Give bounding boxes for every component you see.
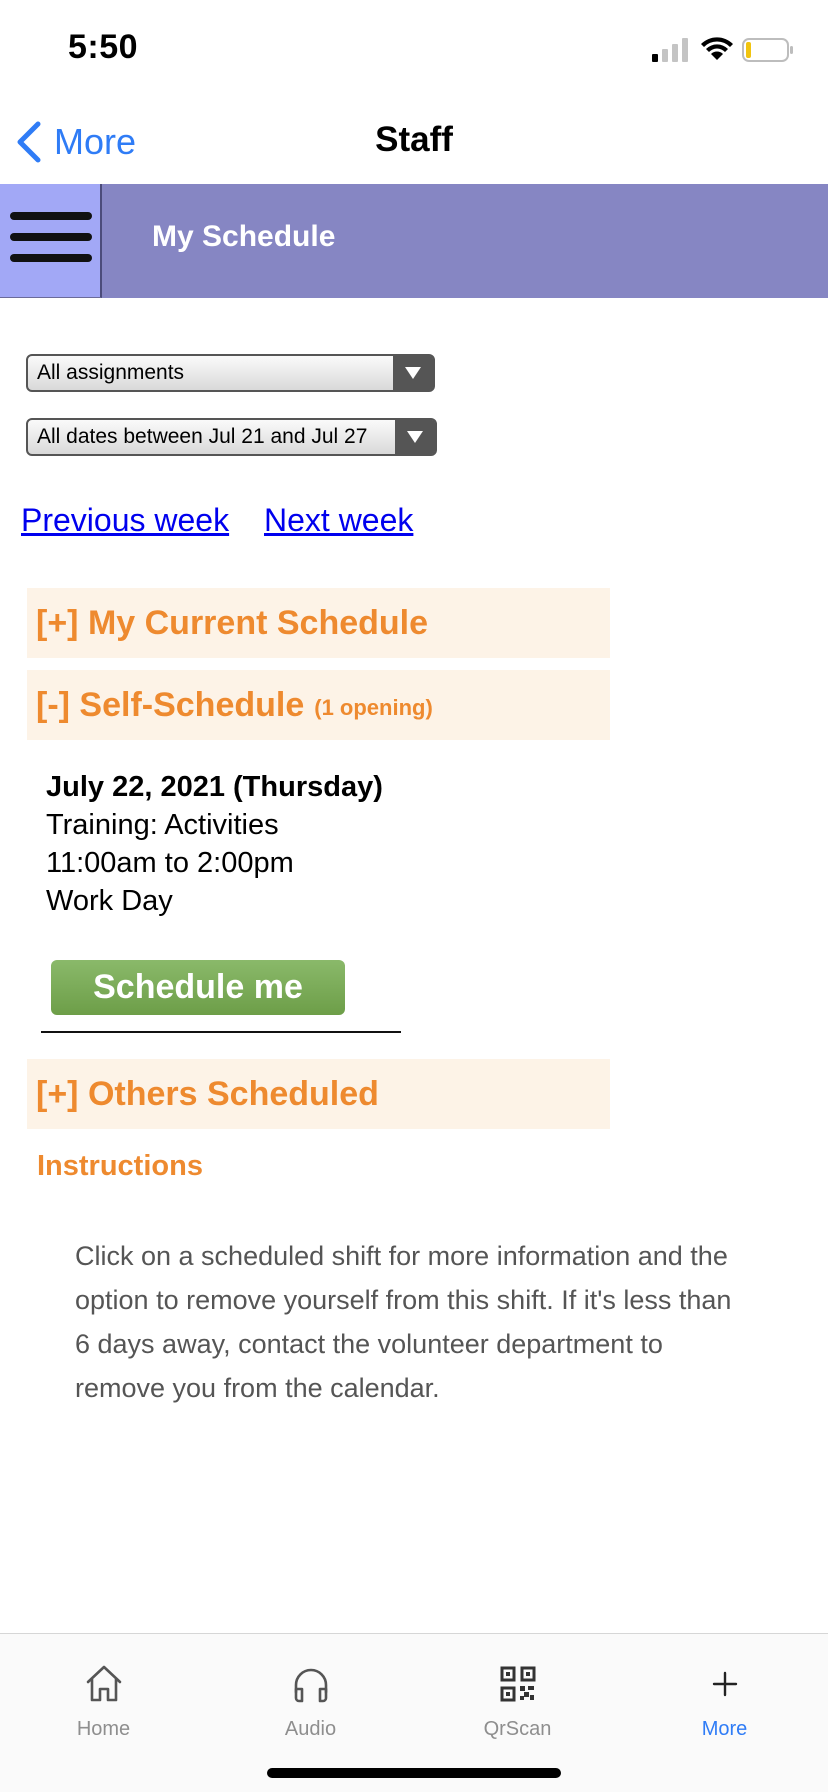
shift-name: Training: Activities [46, 809, 279, 841]
date-range-select[interactable]: All dates between Jul 21 and Jul 27 [26, 418, 437, 456]
divider [41, 1031, 401, 1033]
status-time: 5:50 [68, 28, 139, 66]
next-week-link[interactable]: Next week [264, 502, 413, 539]
hamburger-bar [10, 233, 92, 241]
tab-label: Audio [284, 1718, 337, 1740]
header-title: My Schedule [152, 220, 336, 253]
tab-label: QrScan [483, 1718, 552, 1740]
navigation-bar: More Staff [0, 100, 828, 184]
hamburger-bar [10, 212, 92, 220]
shift-time: 11:00am to 2:00pm [46, 847, 294, 879]
shift-details: July 22, 2021 (Thursday) Training: Activ… [46, 768, 383, 920]
schedule-me-button[interactable]: Schedule me [51, 960, 345, 1015]
assignment-select-value: All assignments [37, 361, 185, 384]
assignment-select[interactable]: All assignments [26, 354, 435, 392]
battery-icon [742, 38, 793, 62]
shift-date: July 22, 2021 (Thursday) [46, 771, 383, 803]
tab-more[interactable]: More [621, 1648, 828, 1758]
others-scheduled-toggle[interactable]: [+] Others Scheduled [27, 1059, 610, 1129]
self-schedule-toggle[interactable]: [-] Self-Schedule (1 opening) [27, 670, 610, 740]
qr-code-icon [500, 1666, 535, 1702]
wifi-icon [701, 37, 733, 60]
instructions-text: Click on a scheduled shift for more info… [75, 1241, 732, 1403]
section-title: [+] My Current Schedule [36, 603, 429, 642]
section-title: [-] Self-Schedule [36, 685, 305, 724]
app-header: My Schedule [0, 184, 828, 298]
tab-label: More [701, 1718, 748, 1740]
dropdown-arrow-icon [395, 420, 435, 454]
headphones-icon [294, 1668, 327, 1703]
home-icon [86, 1665, 121, 1702]
hamburger-bar [10, 254, 92, 262]
shift-type: Work Day [46, 885, 173, 917]
my-current-schedule-toggle[interactable]: [+] My Current Schedule [27, 588, 610, 658]
tab-home[interactable]: Home [0, 1648, 207, 1758]
home-indicator [267, 1768, 561, 1778]
tab-qrscan[interactable]: QrScan [414, 1648, 621, 1758]
page-title: Staff [375, 120, 453, 159]
tab-audio[interactable]: Audio [207, 1648, 414, 1758]
date-range-select-value: All dates between Jul 21 and Jul 27 [37, 425, 368, 448]
tab-label: Home [76, 1718, 131, 1740]
section-title: [+] Others Scheduled [36, 1074, 379, 1113]
instructions-heading: Instructions [37, 1150, 203, 1182]
status-bar: 5:50 [0, 0, 828, 100]
hamburger-menu-button[interactable] [0, 184, 102, 298]
cellular-signal-icon [652, 38, 688, 62]
plus-icon [712, 1671, 737, 1697]
openings-count: (1 opening) [314, 695, 433, 720]
dropdown-arrow-icon [393, 356, 433, 390]
previous-week-link[interactable]: Previous week [21, 502, 229, 539]
